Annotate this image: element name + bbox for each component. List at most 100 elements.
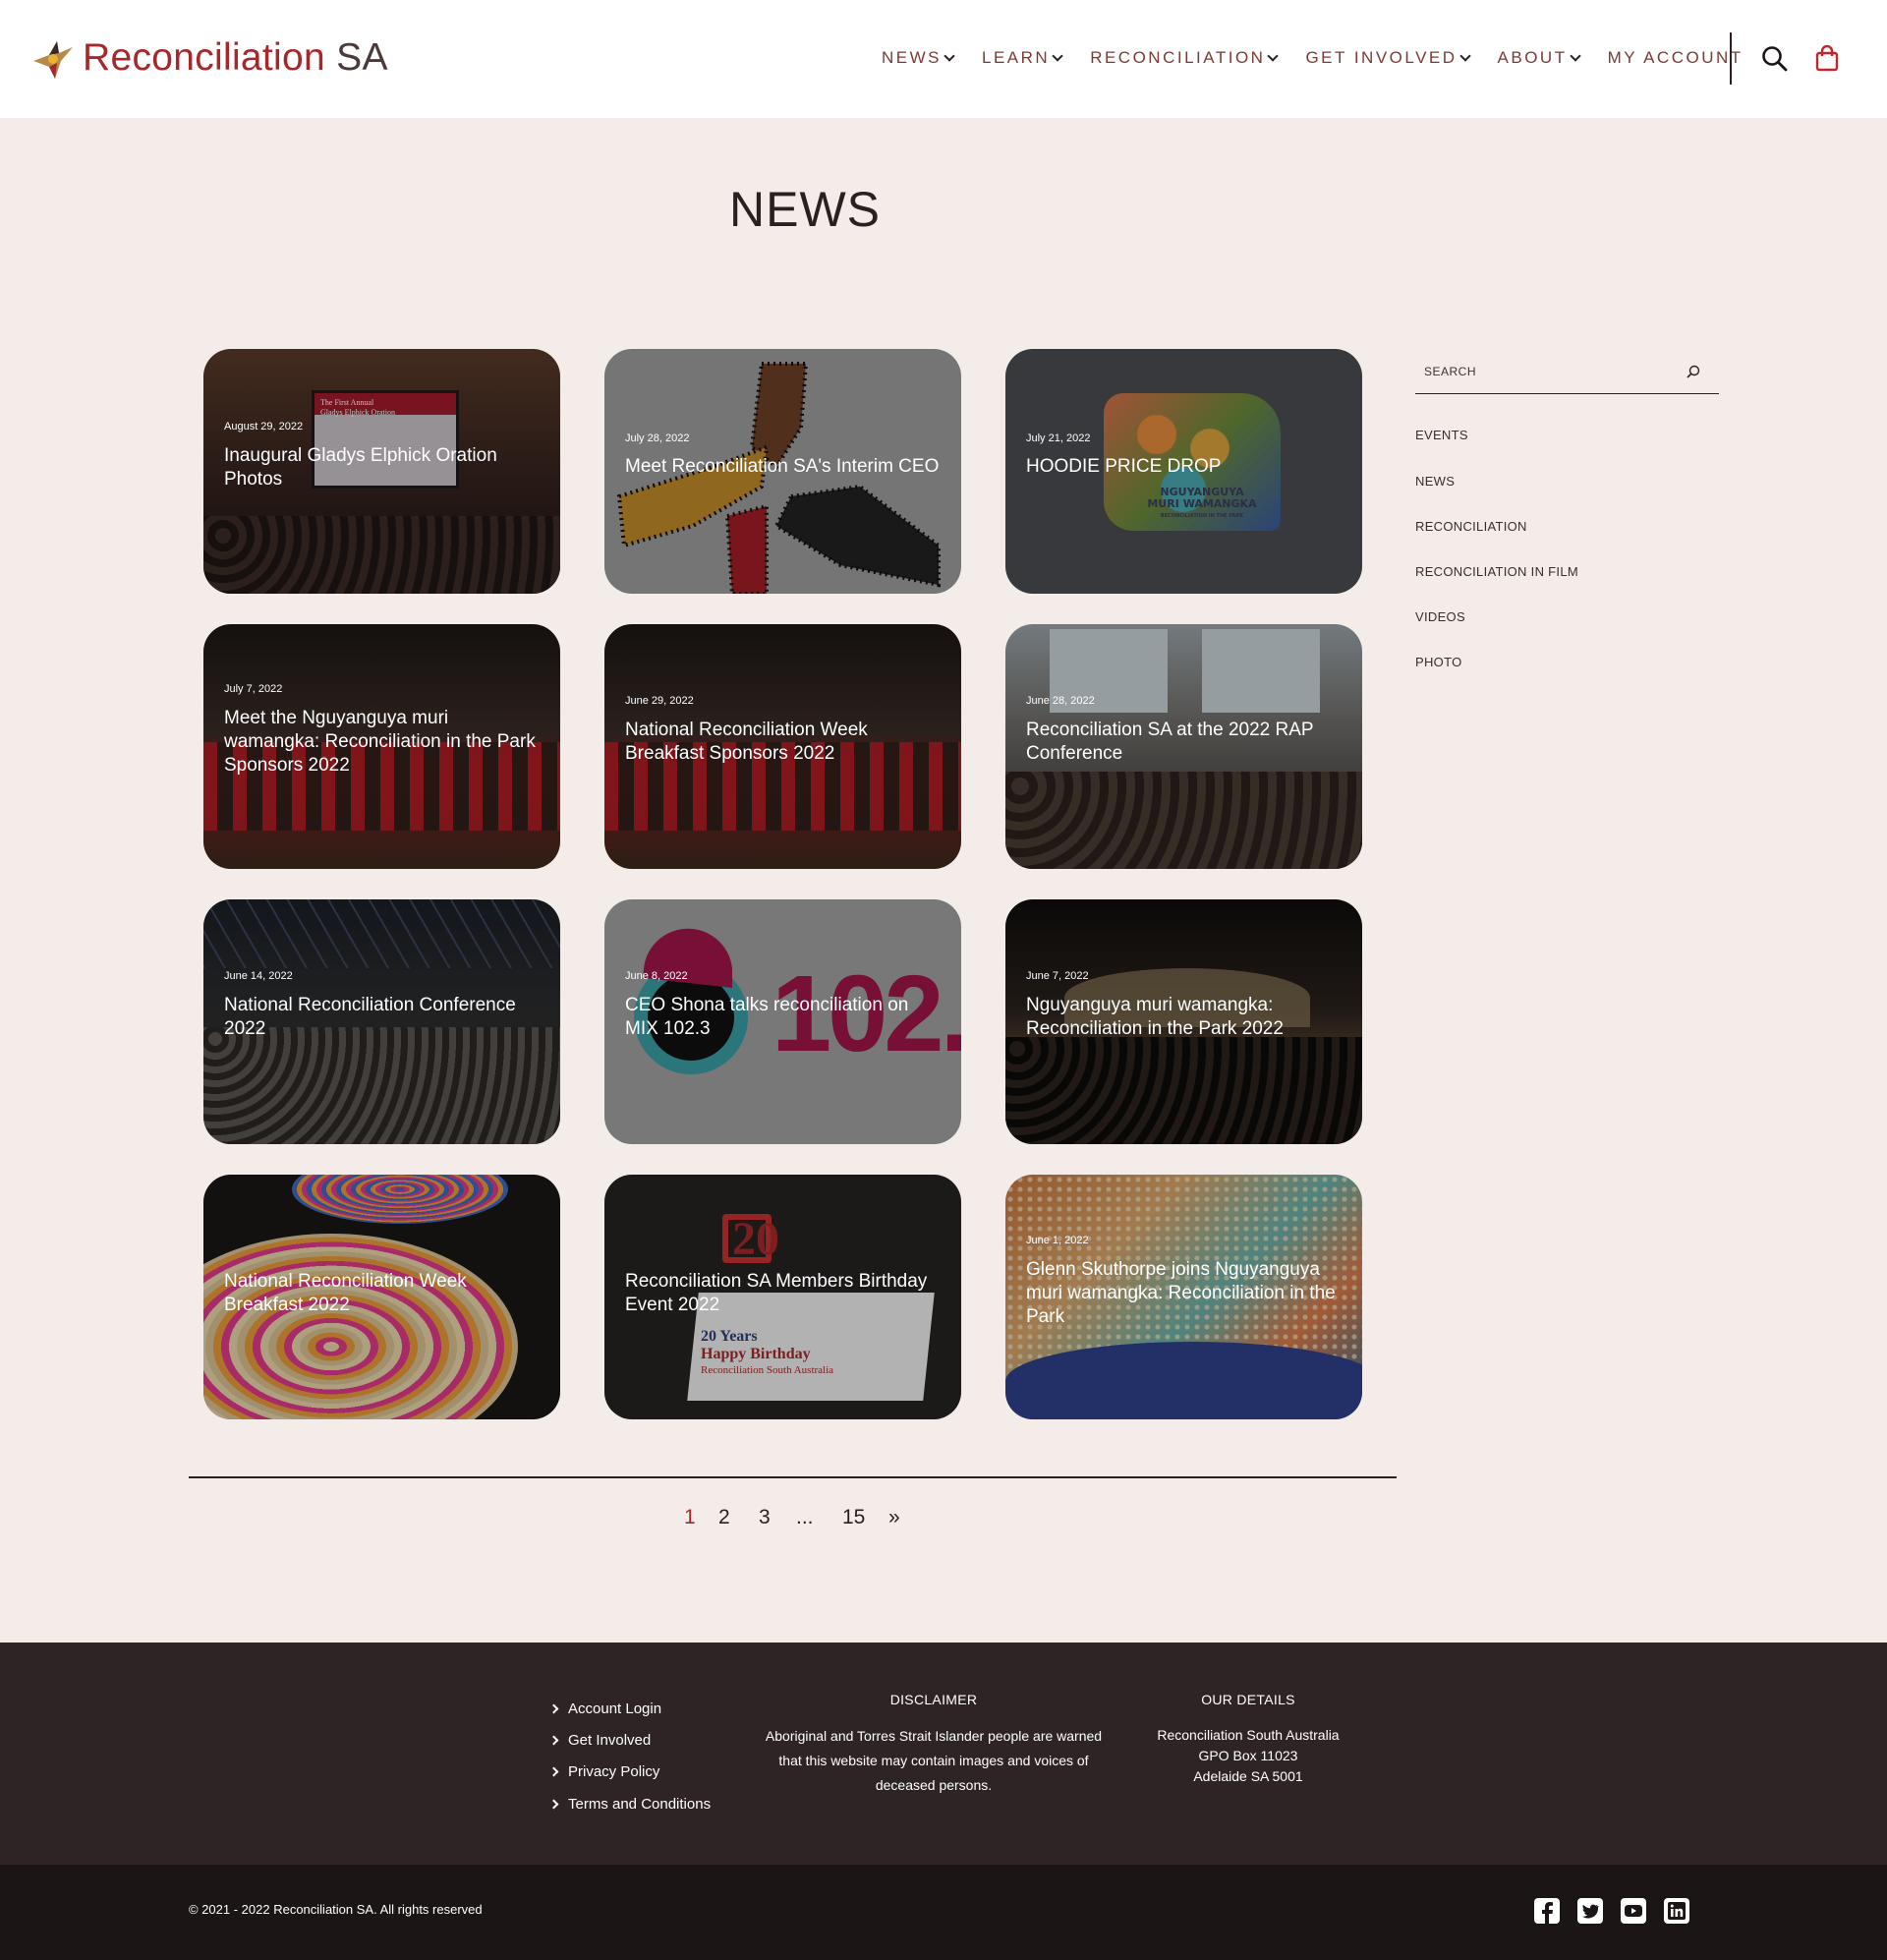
- sidebar-category-photo[interactable]: PHOTO: [1415, 655, 1462, 669]
- pagination-ellipsis: ...: [796, 1506, 814, 1528]
- copyright-text: © 2021 - 2022 Reconciliation SA. All rig…: [189, 1902, 483, 1917]
- page-link-15[interactable]: 15: [842, 1506, 865, 1529]
- next-page-link[interactable]: »: [888, 1506, 900, 1529]
- linkedin-icon[interactable]: [1663, 1897, 1690, 1925]
- logo-text-red: Reconciliation: [83, 36, 325, 79]
- card-date: June 29, 2022: [625, 695, 694, 707]
- search-icon[interactable]: [1687, 365, 1700, 378]
- footer-link-label: Privacy Policy: [568, 1763, 660, 1780]
- footer-link-privacy-policy[interactable]: Privacy Policy: [548, 1763, 660, 1780]
- chevron-down-icon: [1569, 50, 1581, 62]
- disclaimer-line: that this website may contain images and…: [778, 1753, 1089, 1768]
- disclaimer-heading: DISCLAIMER: [889, 1692, 978, 1707]
- card-title[interactable]: National Reconciliation Conference 2022: [224, 994, 543, 1041]
- pagination-divider: [189, 1476, 1397, 1478]
- news-card[interactable]: July 7, 2022 Meet the Nguyanguya muri wa…: [203, 624, 560, 869]
- sidebar-search-input[interactable]: SEARCH: [1415, 357, 1719, 394]
- sidebar-category-events[interactable]: EVENTS: [1415, 428, 1468, 442]
- our-details-heading: OUR DETAILS: [1201, 1692, 1295, 1707]
- facebook-icon[interactable]: [1533, 1897, 1561, 1925]
- news-card[interactable]: The First Annual Gladys Elphick Oration A…: [203, 349, 560, 594]
- disclaimer-line: deceased persons.: [875, 1777, 993, 1793]
- sidebar-category-news[interactable]: NEWS: [1415, 474, 1455, 489]
- nav-my-account[interactable]: MY ACCOUNT: [1608, 48, 1744, 68]
- news-card[interactable]: 102. June 8, 2022 CEO Shona talks reconc…: [604, 899, 961, 1144]
- page-link-2[interactable]: 2: [718, 1506, 730, 1529]
- nav-news-label: NEWS: [882, 48, 942, 67]
- nav-reconciliation-label: RECONCILIATION: [1090, 48, 1266, 67]
- card-title[interactable]: Nguyanguya muri wamangka: Reconciliation…: [1026, 994, 1345, 1041]
- card-date: June 7, 2022: [1026, 970, 1089, 982]
- nav-my-account-label: MY ACCOUNT: [1607, 48, 1744, 67]
- nav-learn-label: LEARN: [982, 48, 1051, 67]
- disclaimer-text: Aboriginal and Torres Strait Islander pe…: [727, 1724, 1140, 1798]
- details-line: Adelaide SA 5001: [1193, 1768, 1303, 1784]
- card-title[interactable]: National Reconciliation Week Breakfast 2…: [224, 1270, 543, 1317]
- card-title[interactable]: Inaugural Gladys Elphick Oration Photos: [224, 444, 543, 491]
- nav-reconciliation[interactable]: RECONCILIATION: [1090, 48, 1280, 68]
- news-card[interactable]: June 14, 2022 National Reconciliation Co…: [203, 899, 560, 1144]
- sub-footer: © 2021 - 2022 Reconciliation SA. All rig…: [0, 1865, 1887, 1960]
- nav-learn[interactable]: LEARN: [982, 48, 1063, 68]
- sidebar-category-videos[interactable]: VIDEOS: [1415, 609, 1465, 624]
- news-card[interactable]: June 7, 2022 Nguyanguya muri wamangka: R…: [1005, 899, 1362, 1144]
- logo-bird-icon: [29, 33, 77, 83]
- card-date: June 8, 2022: [625, 970, 688, 982]
- nav-about[interactable]: ABOUT: [1497, 48, 1581, 68]
- our-details-text: Reconciliation South Australia GPO Box 1…: [1101, 1725, 1396, 1787]
- news-card[interactable]: 20 20 Years Happy Birthday Reconciliatio…: [604, 1175, 961, 1419]
- youtube-icon[interactable]: [1620, 1897, 1647, 1925]
- card-title[interactable]: Reconciliation SA Members Birthday Event…: [625, 1270, 944, 1317]
- card-title[interactable]: Meet the Nguyanguya muri wamangka: Recon…: [224, 707, 543, 778]
- page-link-1[interactable]: 1: [684, 1506, 696, 1529]
- chevron-right-icon: [548, 1766, 559, 1777]
- site-header: Reconciliation SA NEWS LEARN RECONCILIAT…: [0, 0, 1887, 118]
- card-date: July 7, 2022: [224, 683, 283, 695]
- footer-link-label: Get Involved: [568, 1732, 652, 1749]
- sidebar-category-reconciliation[interactable]: RECONCILIATION: [1415, 519, 1527, 534]
- chevron-down-icon: [1052, 50, 1063, 62]
- chevron-right-icon: [548, 1799, 559, 1810]
- search-icon[interactable]: [1761, 45, 1789, 73]
- site-logo[interactable]: Reconciliation SA: [29, 33, 388, 83]
- footer-link-account-login[interactable]: Account Login: [548, 1701, 662, 1717]
- sidebar-category-reconciliation-in-film[interactable]: RECONCILIATION IN FILM: [1415, 564, 1578, 579]
- card-title[interactable]: Meet Reconciliation SA's Interim CEO: [625, 455, 944, 479]
- news-card[interactable]: June 28, 2022 Reconciliation SA at the 2…: [1005, 624, 1362, 869]
- news-card[interactable]: June 1, 2022 Glenn Skuthorpe joins Nguya…: [1005, 1175, 1362, 1419]
- shopping-bag-icon[interactable]: [1814, 44, 1840, 73]
- nav-get-involved[interactable]: GET INVOLVED: [1305, 48, 1471, 68]
- disclaimer-line: Aboriginal and Torres Strait Islander pe…: [765, 1728, 1103, 1744]
- footer-link-label: Terms and Conditions: [568, 1796, 712, 1813]
- nav-divider: [1730, 32, 1732, 85]
- footer-link-label: Account Login: [568, 1701, 662, 1717]
- nav-about-label: ABOUT: [1497, 48, 1568, 67]
- card-date: July 21, 2022: [1026, 432, 1091, 444]
- news-card[interactable]: June 29, 2022 National Reconciliation We…: [604, 624, 961, 869]
- card-date: June 28, 2022: [1026, 695, 1095, 707]
- news-card[interactable]: National Reconciliation Week Breakfast 2…: [203, 1175, 560, 1419]
- news-card[interactable]: July 28, 2022 Meet Reconciliation SA's I…: [604, 349, 961, 594]
- nav-news[interactable]: NEWS: [882, 48, 955, 68]
- page-title: NEWS: [729, 182, 881, 237]
- news-card[interactable]: NGUYANGUYA MURI WAMANGKA RECONCILIATION IN…: [1005, 349, 1362, 594]
- card-date: June 14, 2022: [224, 970, 293, 982]
- footer-link-get-involved[interactable]: Get Involved: [548, 1732, 652, 1749]
- chevron-right-icon: [548, 1735, 559, 1746]
- chevron-down-icon: [1267, 50, 1280, 62]
- page-link-3: 3: [759, 1506, 771, 1528]
- card-title[interactable]: Reconciliation SA at the 2022 RAP Confer…: [1026, 719, 1345, 766]
- main-nav: NEWS LEARN RECONCILIATION GET INVOLVED A…: [882, 48, 1772, 68]
- card-title[interactable]: HOODIE PRICE DROP: [1026, 455, 1345, 479]
- nav-get-involved-label: GET INVOLVED: [1305, 48, 1458, 67]
- footer-link-terms[interactable]: Terms and Conditions: [548, 1796, 712, 1813]
- card-date: August 29, 2022: [224, 421, 304, 432]
- twitter-icon[interactable]: [1576, 1897, 1604, 1925]
- card-title[interactable]: Glenn Skuthorpe joins Nguyanguya muri wa…: [1026, 1258, 1345, 1329]
- card-title[interactable]: CEO Shona talks reconciliation on MIX 10…: [625, 994, 944, 1041]
- card-title[interactable]: National Reconciliation Week Breakfast S…: [625, 719, 944, 766]
- chevron-down-icon: [944, 50, 955, 62]
- details-line: GPO Box 11023: [1198, 1748, 1298, 1763]
- card-date: June 1, 2022: [1026, 1235, 1089, 1246]
- card-date: July 28, 2022: [625, 432, 690, 444]
